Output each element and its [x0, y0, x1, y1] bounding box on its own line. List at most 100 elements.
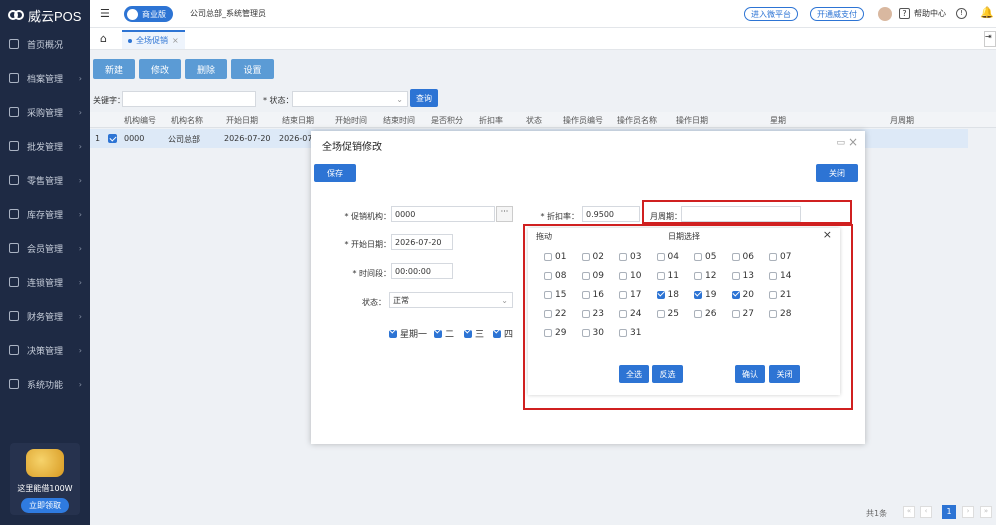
discount-input[interactable]: 0.9500 — [582, 206, 640, 222]
start-date-label: * 开始日期： — [344, 240, 391, 249]
discount-label: * 折扣率： — [540, 212, 579, 221]
next-page-button[interactable]: › — [962, 506, 974, 518]
close-button[interactable]: 关闭 — [816, 164, 858, 182]
weekday-option[interactable]: 三 — [464, 327, 484, 340]
sidebar-item-label: 会员管理 — [27, 244, 64, 255]
new-button[interactable]: 新建 — [93, 59, 135, 79]
sidebar-item-1[interactable]: 档案管理 › — [0, 68, 90, 88]
cell-end: 2026-07 — [279, 134, 313, 143]
help-icon[interactable]: ? — [899, 8, 910, 19]
close-icon[interactable]: × — [848, 135, 858, 149]
first-page-button[interactable]: « — [903, 506, 915, 518]
sidebar-item-10[interactable]: 系统功能 › — [0, 374, 90, 394]
column-header[interactable]: 星期 — [770, 115, 786, 126]
minimize-icon[interactable]: ▭ — [836, 138, 845, 148]
column-header[interactable]: 状态 — [526, 115, 542, 126]
column-header[interactable]: 操作员编号 — [563, 115, 603, 126]
column-header[interactable]: 月周期 — [890, 115, 914, 126]
column-header[interactable]: 是否积分 — [431, 115, 463, 126]
weekday-option[interactable]: 四 — [493, 327, 513, 340]
org-input[interactable]: 0000 — [391, 206, 495, 222]
edition-badge[interactable]: 商业版 — [124, 6, 173, 22]
weekday-label: 二 — [445, 330, 455, 340]
bell-icon[interactable]: 🔔 — [980, 6, 994, 19]
sidebar-item-label: 连锁管理 — [27, 278, 64, 289]
avatar[interactable] — [878, 7, 892, 21]
menu-collapse-icon[interactable]: ☰ — [100, 7, 110, 20]
total-count: 共1条 — [866, 509, 888, 518]
start-date-input[interactable]: 2026-07-20 — [391, 234, 453, 250]
edition-label: 商业版 — [142, 9, 166, 19]
status-select[interactable]: 正常 ⌄ — [389, 292, 513, 308]
cell-start: 2026-07-20 — [224, 134, 271, 143]
tab-label: 全场促销 — [136, 36, 168, 45]
weekday-checkbox[interactable] — [434, 329, 442, 338]
promo-button[interactable]: 立即领取 — [21, 498, 69, 513]
column-header[interactable]: 结束日期 — [282, 115, 314, 126]
column-header[interactable]: 操作日期 — [676, 115, 708, 126]
time-input[interactable]: 00:00:00 — [391, 263, 453, 279]
sidebar-item-9[interactable]: 决策管理 › — [0, 340, 90, 360]
sidebar-item-0[interactable]: 首页概况 — [0, 34, 90, 54]
sidebar-item-8[interactable]: 财务管理 › — [0, 306, 90, 326]
sidebar: 威云POS 首页概况 档案管理 › 采购管理 › 批发管理 › 零售管理 › 库存管理 › 会员管理 ›… — [0, 0, 90, 525]
column-header[interactable]: 开始时间 — [335, 115, 367, 126]
weekday-option[interactable]: 二 — [434, 327, 454, 340]
home-icon[interactable]: ⌂ — [100, 32, 107, 45]
close-tab-icon[interactable]: × — [172, 36, 179, 45]
column-header[interactable]: 机构名称 — [171, 115, 203, 126]
building-icon — [9, 141, 19, 151]
more-icon[interactable]: ··· — [496, 206, 513, 222]
top-bar: ☰ 商业版 公司总部_系统管理员 进入微平台 开通威支付 ? 帮助中心 ! 🔔 — [90, 0, 996, 28]
status-select[interactable]: ⌄ — [292, 91, 408, 107]
column-header[interactable]: 开始日期 — [226, 115, 258, 126]
store-icon — [9, 175, 19, 185]
sidebar-item-label: 财务管理 — [27, 312, 64, 323]
delete-button[interactable]: 删除 — [185, 59, 227, 79]
sidebar-item-7[interactable]: 连锁管理 › — [0, 272, 90, 292]
weekday-option[interactable]: 星期一 — [389, 327, 427, 340]
column-header[interactable]: 结束时间 — [383, 115, 415, 126]
table-header: 机构编号 机构名称 开始日期 结束日期 开始时间 结束时间 是否积分 折扣率 状态 操作员编号 操作… — [90, 112, 996, 128]
column-header[interactable]: 机构编号 — [124, 115, 156, 126]
sidebar-item-label: 库存管理 — [27, 210, 64, 221]
row-index: 1 — [95, 134, 101, 143]
chevron-right-icon: › — [78, 243, 82, 253]
last-page-button[interactable]: » — [980, 506, 992, 518]
row-checkbox[interactable] — [108, 134, 117, 143]
folder-icon — [9, 73, 19, 83]
sidebar-item-3[interactable]: 批发管理 › — [0, 136, 90, 156]
sidebar-item-6[interactable]: 会员管理 › — [0, 238, 90, 258]
weekday-checkbox[interactable] — [493, 329, 501, 338]
enter-platform-button[interactable]: 进入微平台 — [744, 7, 798, 21]
column-header[interactable]: 操作员名称 — [617, 115, 657, 126]
tab-menu-icon[interactable]: ⇥ — [984, 31, 996, 47]
query-button[interactable]: 查询 — [410, 89, 438, 107]
weekday-checkbox[interactable] — [389, 329, 397, 338]
chevron-down-icon: ⌄ — [396, 94, 403, 104]
weekday-checkbox[interactable] — [464, 329, 472, 338]
keyword-input[interactable] — [122, 91, 256, 107]
sidebar-item-5[interactable]: 库存管理 › — [0, 204, 90, 224]
logo-text: 威云POS — [28, 8, 82, 24]
keyword-label: 关键字： — [93, 96, 125, 105]
chevron-right-icon: › — [78, 379, 82, 389]
save-button[interactable]: 保存 — [314, 164, 356, 182]
sidebar-item-label: 系统功能 — [27, 380, 64, 391]
column-header[interactable]: 折扣率 — [479, 115, 503, 126]
info-icon[interactable]: ! — [956, 8, 967, 19]
cart-icon — [9, 107, 19, 117]
chevron-down-icon: ⌄ — [501, 295, 508, 305]
open-pay-button[interactable]: 开通威支付 — [810, 7, 864, 21]
help-center-link[interactable]: 帮助中心 — [914, 8, 946, 19]
prev-page-button[interactable]: ‹ — [920, 506, 932, 518]
tab-promotion[interactable]: 全场促销 × — [122, 30, 185, 49]
edit-button[interactable]: 修改 — [139, 59, 181, 79]
promo-card[interactable]: 这里能借100W 立即领取 — [10, 443, 80, 515]
settings-button[interactable]: 设置 — [231, 59, 274, 79]
box-icon — [9, 209, 19, 219]
sidebar-item-2[interactable]: 采购管理 › — [0, 102, 90, 122]
sidebar-item-4[interactable]: 零售管理 › — [0, 170, 90, 190]
chevron-right-icon: › — [78, 73, 82, 83]
current-page[interactable]: 1 — [942, 505, 956, 519]
